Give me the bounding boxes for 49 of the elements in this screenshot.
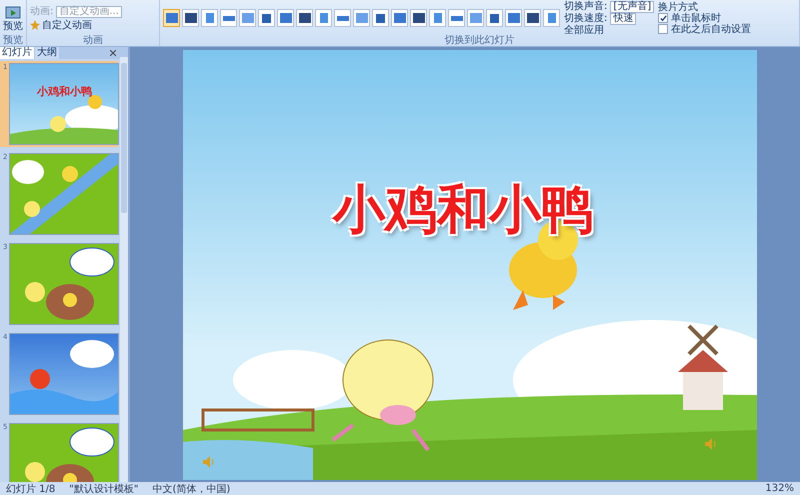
checkbox-label: 在此之后自动设置 (671, 24, 752, 34)
pane-tab[interactable]: 幻灯片 (0, 47, 34, 59)
preview-button[interactable]: 预览 (3, 4, 23, 32)
transition-thumbnail[interactable] (486, 9, 503, 27)
group-label: 动画 (82, 36, 104, 46)
slide-counter: 幻灯片 1/8 (6, 482, 56, 495)
transition-thumbnail[interactable] (258, 9, 275, 27)
checkbox-label: 单击鼠标时 (671, 12, 722, 24)
zoom-level[interactable]: 132% (765, 483, 794, 494)
advance-title: 换片方式 (658, 2, 698, 12)
transition-thumbnail[interactable] (277, 9, 294, 27)
group-label: 切换到此幻灯片 (444, 36, 516, 46)
transition-thumbnail[interactable] (410, 9, 427, 27)
transition-thumbnail[interactable] (182, 9, 199, 27)
apply-all-button[interactable]: 全部应用 (564, 24, 654, 36)
checkbox[interactable] (658, 13, 668, 23)
transition-thumbnail[interactable] (163, 9, 180, 27)
custom-animation-button[interactable]: 自定义动画 (30, 20, 92, 30)
language-indicator: 中文(简体，中国) (152, 482, 230, 495)
transition-thumbnail[interactable] (372, 9, 389, 27)
checkbox[interactable] (658, 24, 668, 34)
transition-thumbnail[interactable] (334, 9, 351, 27)
transition-thumbnail[interactable] (315, 9, 332, 27)
transition-thumbnail[interactable] (239, 9, 256, 27)
close-icon[interactable] (110, 50, 116, 56)
transition-thumbnail[interactable] (524, 9, 541, 27)
pane-tab[interactable]: 大纲 (35, 47, 59, 59)
transition-thumbnail[interactable] (220, 9, 237, 27)
slide-title: 小鸡和小鸭 (333, 178, 593, 242)
transition-thumbnail[interactable] (296, 9, 313, 27)
thumbnail-title: 小鸡和小鸭 (36, 84, 93, 99)
transition-thumbnail[interactable] (543, 9, 560, 27)
theme-name: "默认设计模板" (69, 482, 138, 495)
sound-label: 切换声音: (564, 1, 608, 12)
speed-label: 切换速度: (564, 13, 608, 24)
transition-thumbnail[interactable] (505, 9, 522, 27)
speed-dropdown[interactable]: 快速 (610, 12, 636, 24)
scrollbar[interactable] (120, 57, 128, 482)
transition-thumbnail[interactable] (448, 9, 465, 27)
transition-thumbnail[interactable] (353, 9, 370, 27)
slide-icon (5, 4, 21, 20)
transition-thumbnail[interactable] (201, 9, 218, 27)
transition-thumbnail[interactable] (467, 9, 484, 27)
star-icon (30, 20, 40, 30)
sound-dropdown[interactable]: [无声音] (610, 0, 654, 12)
transition-thumbnail[interactable] (429, 9, 446, 27)
transition-thumbnail[interactable] (391, 9, 408, 27)
group-label: 预览 (2, 36, 24, 46)
animation-label: 动画: (30, 6, 54, 17)
